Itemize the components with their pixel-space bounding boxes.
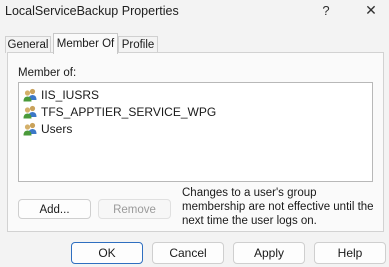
tab-label: Profile — [121, 39, 155, 51]
tab-member-of[interactable]: Member Of — [53, 33, 118, 54]
group-icon — [22, 121, 38, 137]
tab-label: Member Of — [56, 38, 115, 50]
group-name: IIS_IUSRS — [41, 88, 100, 102]
remove-button[interactable]: Remove — [98, 199, 171, 219]
close-icon[interactable]: ✕ — [362, 2, 380, 20]
group-icon — [22, 87, 38, 103]
member-of-list[interactable]: IIS_IUSRS TFS_APPTIER_SERVICE_WPG Users — [18, 82, 373, 182]
cancel-button[interactable]: Cancel — [152, 242, 224, 264]
title-bar: LocalServiceBackup Properties ? ✕ — [0, 0, 389, 26]
group-name: TFS_APPTIER_SERVICE_WPG — [41, 105, 217, 119]
tab-general[interactable]: General — [5, 36, 51, 53]
tab-label: General — [7, 39, 49, 51]
member-of-label: Member of: — [18, 67, 77, 79]
add-button[interactable]: Add... — [18, 199, 91, 219]
list-item[interactable]: IIS_IUSRS — [22, 87, 99, 103]
apply-button[interactable]: Apply — [233, 242, 305, 264]
help-icon[interactable]: ? — [318, 3, 334, 21]
group-icon — [22, 104, 38, 120]
help-button[interactable]: Help — [314, 242, 386, 264]
group-name: Users — [41, 122, 73, 136]
list-item[interactable]: Users — [22, 121, 72, 137]
membership-note: Changes to a user's group membership are… — [182, 187, 374, 227]
window-title: LocalServiceBackup Properties — [5, 4, 179, 18]
list-item[interactable]: TFS_APPTIER_SERVICE_WPG — [22, 104, 216, 120]
ok-button[interactable]: OK — [71, 242, 143, 264]
tab-profile[interactable]: Profile — [118, 36, 158, 53]
